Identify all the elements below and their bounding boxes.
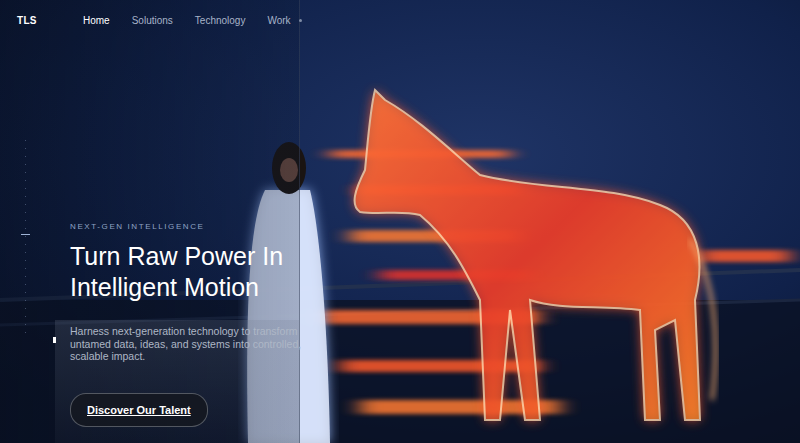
hero: TLSHome Solutions Technology Work NEXT-GEN I…: [0, 0, 800, 443]
headline-line: Turn Raw Power In: [70, 241, 340, 272]
rail-knob: [53, 337, 56, 343]
scroll-rail: [25, 140, 26, 340]
hero-text: NEXT-GEN INTELLIGENCE Turn Raw Power InIn…: [0, 221, 340, 443]
headline: Turn Raw Power InIntelligent Motion: [70, 241, 340, 303]
nav-link[interactable]: Work: [267, 13, 290, 28]
nav-links: Home Solutions Technology Work: [83, 13, 291, 28]
description: Harness next-generation technology to tr…: [70, 325, 305, 363]
top-nav: TLSHome Solutions Technology Work: [0, 0, 800, 41]
discover-button[interactable]: Discover Our Talent: [70, 393, 208, 428]
brand-logo[interactable]: TLS: [17, 13, 83, 28]
nav-link[interactable]: Technology: [195, 13, 246, 28]
nav-dot: [299, 19, 302, 22]
hero-content: TLSHome Solutions Technology Work NEXT-GEN I…: [0, 0, 800, 443]
eyebrow: NEXT-GEN INTELLIGENCE: [70, 221, 340, 233]
nav-link[interactable]: Home: [83, 13, 110, 28]
rail-mark: [21, 234, 30, 235]
nav-link[interactable]: Solutions: [132, 13, 173, 28]
headline-line: Intelligent Motion: [70, 272, 340, 303]
